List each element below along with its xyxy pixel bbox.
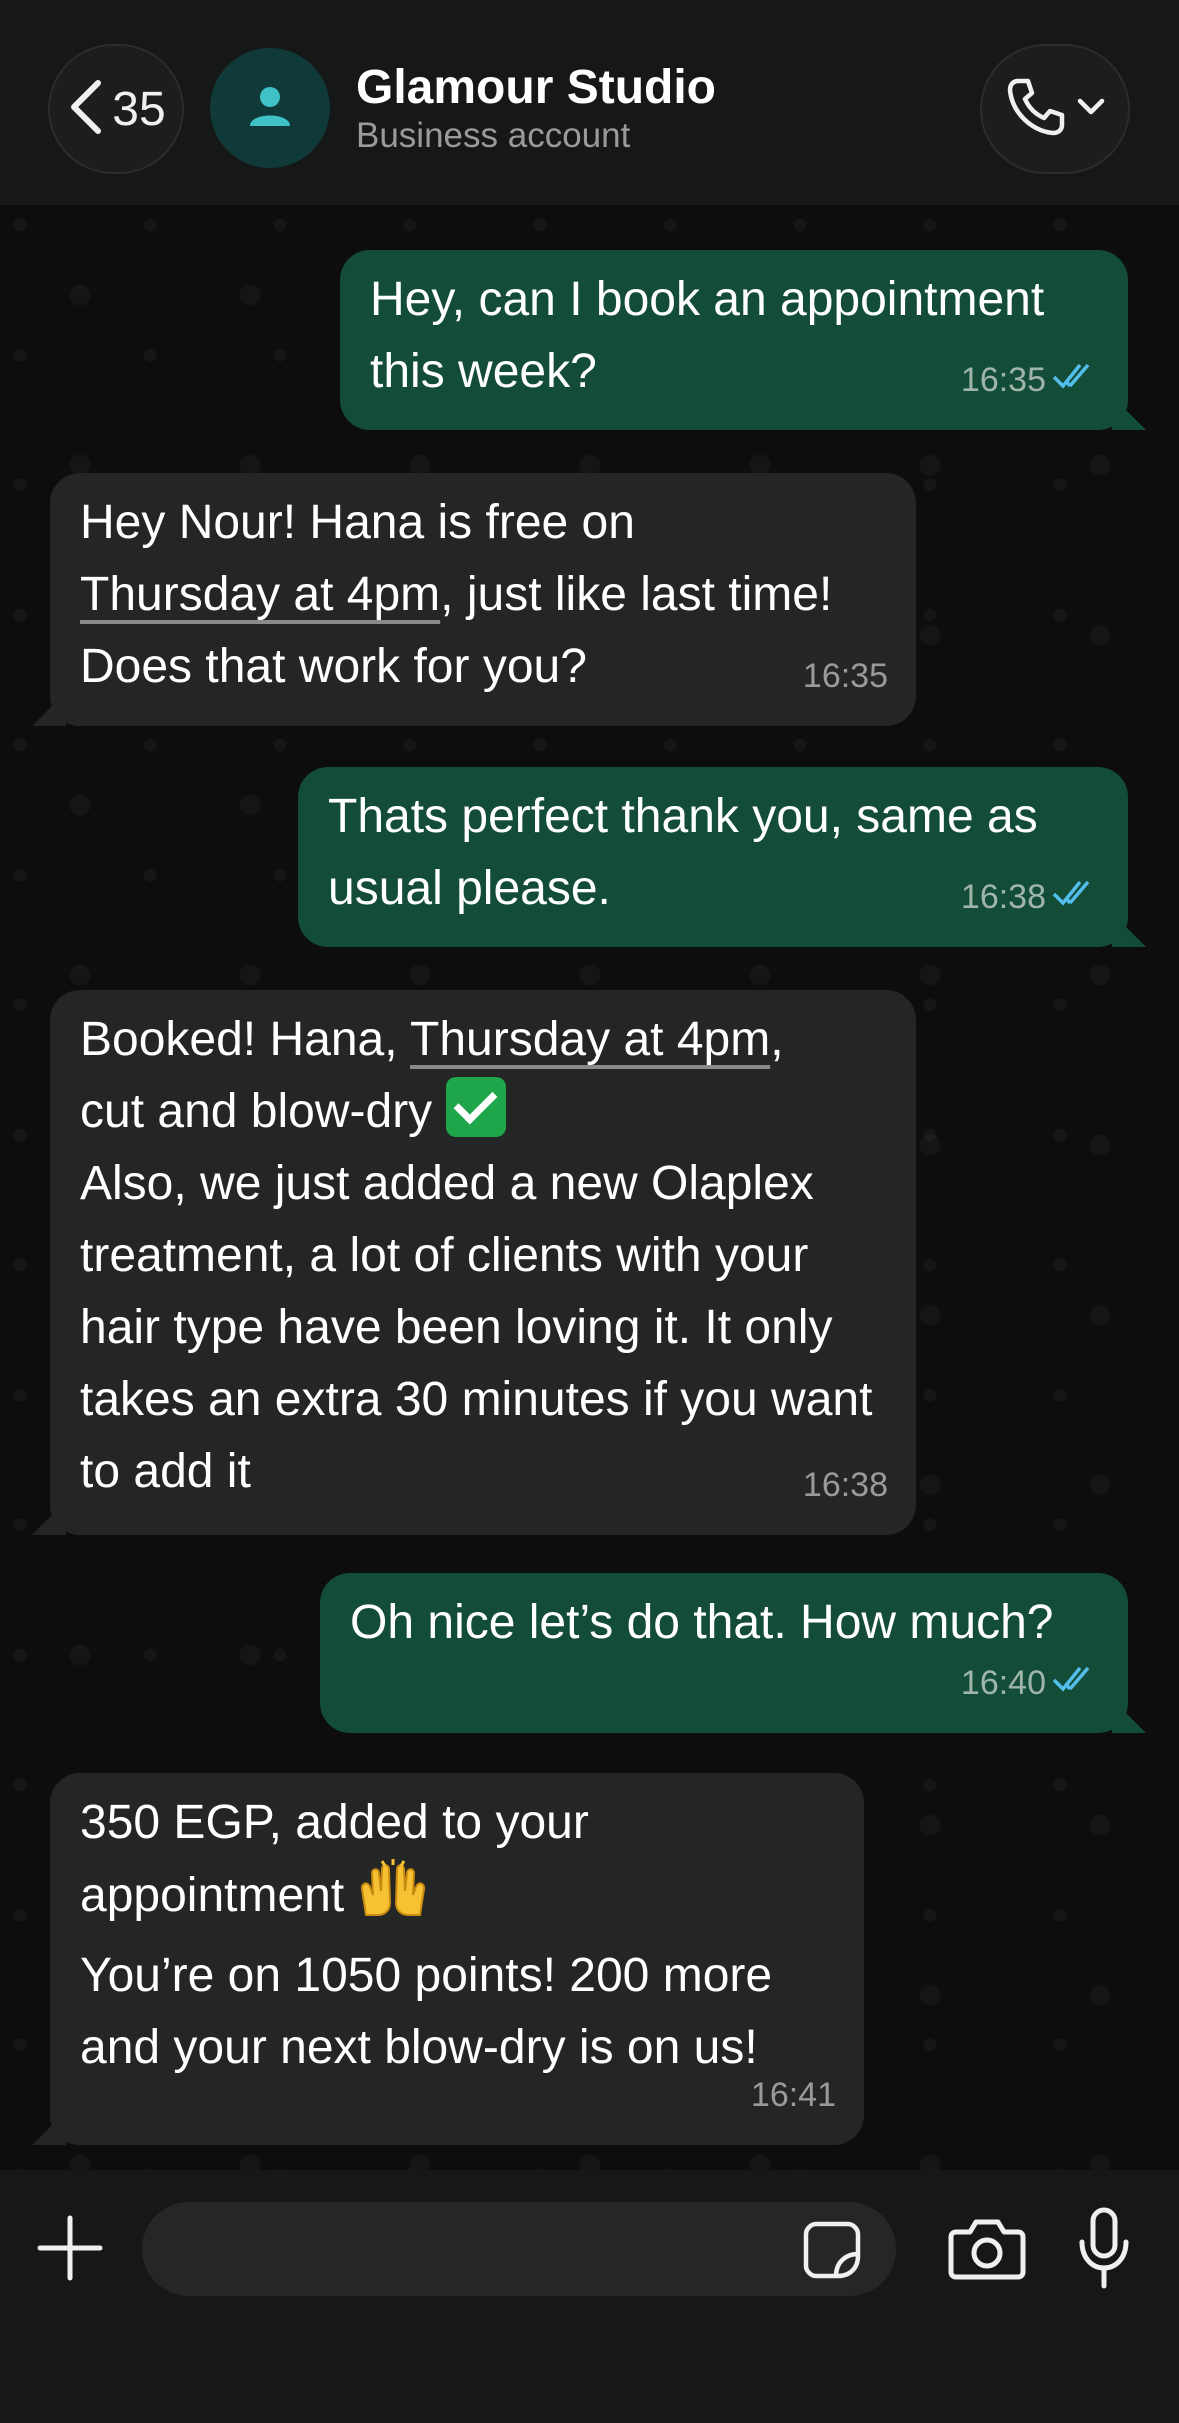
message-time: 16:35 bbox=[960, 361, 1046, 399]
message-time: 16:41 bbox=[750, 2076, 836, 2114]
double-check-icon bbox=[1052, 1647, 1100, 1719]
chat-header: 35 Glamour Studio Business account bbox=[0, 0, 1179, 206]
message-outgoing[interactable]: Thats perfect thank you, same as usual p… bbox=[298, 767, 1146, 947]
message-text: Hey Nour! Hana is free on bbox=[80, 496, 635, 549]
message-incoming[interactable]: 350 EGP, added to your appointment You’r… bbox=[32, 1773, 864, 2145]
camera-button[interactable] bbox=[948, 2212, 1026, 2284]
message-time: 16:40 bbox=[960, 1664, 1046, 1702]
date-link[interactable]: Thursday at 4pm bbox=[410, 1013, 770, 1066]
microphone-icon bbox=[1078, 2207, 1130, 2294]
phone-icon bbox=[1004, 75, 1068, 144]
microphone-button[interactable] bbox=[1078, 2206, 1130, 2290]
message-time: 16:35 bbox=[802, 657, 888, 695]
message-text: , bbox=[770, 1013, 784, 1066]
message-text: Oh nice let’s do that. How much? bbox=[350, 1596, 1054, 1649]
camera-icon bbox=[948, 2219, 1026, 2288]
message-outgoing[interactable]: Oh nice let’s do that. How much? 16:40 bbox=[320, 1573, 1146, 1733]
double-check-icon bbox=[1052, 861, 1100, 933]
contact-status: Business account bbox=[356, 116, 631, 155]
message-text: You’re on 1050 points! 200 more and your… bbox=[80, 1949, 773, 2074]
person-icon bbox=[248, 84, 292, 133]
message-outgoing[interactable]: Hey, can I book an appointment this week… bbox=[340, 250, 1146, 430]
message-text: cut and blow-dry bbox=[80, 1085, 433, 1138]
message-incoming[interactable]: Hey Nour! Hana is free on Thursday at 4p… bbox=[32, 473, 916, 726]
raising-hands-emoji-icon bbox=[358, 1859, 428, 1940]
sticker-button[interactable] bbox=[800, 2218, 864, 2282]
attach-button[interactable] bbox=[34, 2212, 106, 2284]
message-text: Booked! Hana, bbox=[80, 1013, 398, 1066]
message-time: 16:38 bbox=[802, 1466, 888, 1504]
check-mark-emoji-icon bbox=[445, 1077, 506, 1137]
plus-icon bbox=[34, 2215, 106, 2288]
avatar[interactable] bbox=[210, 48, 330, 168]
message-text: Hey, can I book an appointment this week… bbox=[370, 273, 1045, 398]
chevron-down-icon bbox=[1076, 97, 1106, 122]
back-button[interactable]: 35 bbox=[48, 44, 184, 174]
unread-count: 35 bbox=[112, 82, 166, 136]
double-check-icon bbox=[1052, 344, 1100, 416]
chevron-left-icon bbox=[66, 77, 106, 142]
sticker-icon bbox=[800, 2221, 864, 2286]
call-button[interactable] bbox=[980, 44, 1130, 174]
message-time: 16:38 bbox=[960, 878, 1046, 916]
message-text: 350 EGP, added to your appointment bbox=[80, 1796, 589, 1922]
chat-area[interactable]: Hey, can I book an appointment this week… bbox=[0, 205, 1179, 2170]
message-text: Also, we just added a new Olaplex treatm… bbox=[80, 1157, 873, 1498]
message-input[interactable] bbox=[142, 2202, 896, 2296]
contact-name[interactable]: Glamour Studio bbox=[356, 60, 716, 115]
message-incoming[interactable]: Booked! Hana, Thursday at 4pm, cut and b… bbox=[32, 990, 916, 1535]
message-text: Thats perfect thank you, same as usual p… bbox=[328, 790, 1038, 915]
date-link[interactable]: Thursday at 4pm bbox=[80, 568, 440, 621]
